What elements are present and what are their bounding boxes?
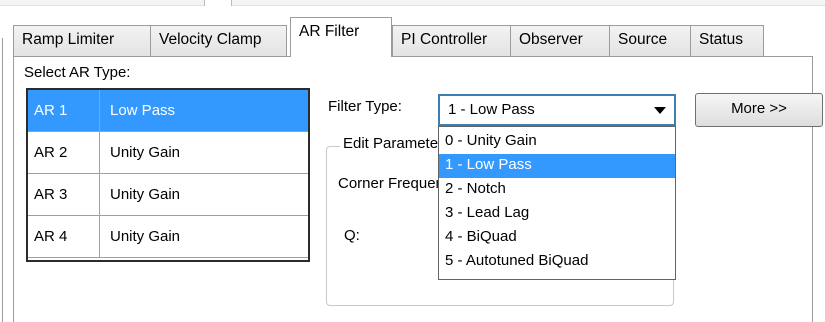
tab-source[interactable]: Source — [609, 25, 691, 56]
select-ar-type-label: Select AR Type: — [24, 64, 131, 81]
ar-list-type: Unity Gain — [110, 228, 181, 245]
tab-strip: Ramp Limiter Velocity Clamp AR Filter PI… — [0, 0, 825, 57]
more-button[interactable]: More >> — [695, 93, 823, 127]
tab-pi-controller[interactable]: PI Controller — [392, 25, 511, 56]
filter-type-label: Filter Type: — [328, 98, 402, 115]
tab-status[interactable]: Status — [690, 25, 764, 56]
filter-type-combobox[interactable]: 1 - Low Pass — [438, 94, 676, 126]
ar-list-id: AR 3 — [28, 174, 100, 215]
dropdown-option-lead-lag[interactable]: 3 - Lead Lag — [439, 202, 675, 226]
ar-list-id: AR 1 — [28, 90, 100, 131]
tab-velocity-clamp[interactable]: Velocity Clamp — [150, 25, 287, 56]
ar-list-id: AR 4 — [28, 216, 100, 257]
edit-parameters-title: Edit Parameters — [340, 135, 438, 152]
window-left-border — [2, 38, 3, 322]
dropdown-option-notch[interactable]: 2 - Notch — [439, 178, 675, 202]
q-label: Q: — [344, 227, 360, 244]
tab-ar-filter[interactable]: AR Filter — [290, 17, 392, 57]
ar-list-type: Unity Gain — [110, 186, 181, 203]
dropdown-option-biquad[interactable]: 4 - BiQuad — [439, 226, 675, 250]
corner-frequency-label: Corner Frequency: — [338, 175, 438, 192]
dropdown-option-autotuned-biquad[interactable]: 5 - Autotuned BiQuad — [439, 250, 675, 274]
tab-observer[interactable]: Observer — [510, 25, 610, 56]
ar-filter-window: Ramp Limiter Velocity Clamp AR Filter PI… — [0, 0, 825, 322]
ar-list-row-3[interactable]: AR 3 Unity Gain — [28, 174, 308, 216]
filter-type-selected-value: 1 - Low Pass — [448, 101, 535, 118]
filter-type-dropdown-list[interactable]: 0 - Unity Gain 1 - Low Pass 2 - Notch 3 … — [438, 126, 676, 280]
dropdown-option-low-pass[interactable]: 1 - Low Pass — [439, 154, 675, 178]
ar-type-list[interactable]: AR 1 Low Pass AR 2 Unity Gain AR 3 Unity… — [26, 88, 310, 262]
tab-ramp-limiter[interactable]: Ramp Limiter — [13, 25, 151, 56]
chevron-down-icon[interactable] — [654, 107, 666, 114]
ar-list-row-4[interactable]: AR 4 Unity Gain — [28, 216, 308, 258]
dropdown-option-unity-gain[interactable]: 0 - Unity Gain — [439, 130, 675, 154]
ar-list-type: Low Pass — [110, 102, 176, 119]
ar-list-row-2[interactable]: AR 2 Unity Gain — [28, 132, 308, 174]
ar-list-row-1[interactable]: AR 1 Low Pass — [28, 90, 308, 132]
ar-list-type: Unity Gain — [110, 144, 181, 161]
ar-list-id: AR 2 — [28, 132, 100, 173]
